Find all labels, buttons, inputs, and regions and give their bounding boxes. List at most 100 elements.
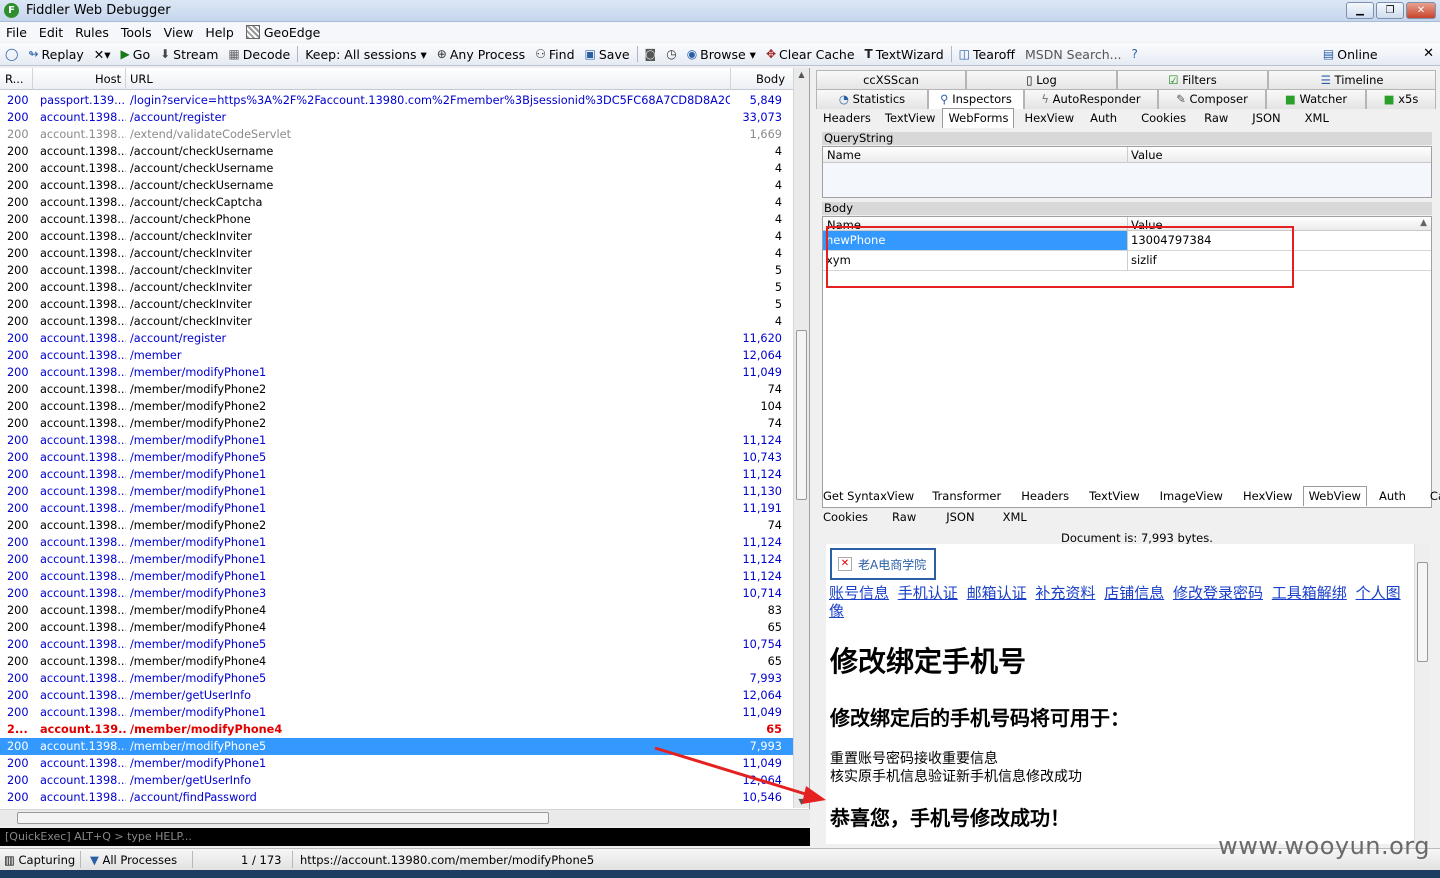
tab-response-xml[interactable]: XML [993, 507, 1037, 527]
menu-rules[interactable]: Rules [69, 25, 115, 40]
name-column-header[interactable]: Name [827, 148, 861, 162]
msdn-search-input[interactable]: MSDN Search... [1020, 47, 1127, 62]
tab-request-cookies[interactable]: Cookies [1133, 108, 1200, 128]
table-row[interactable]: 200 account.1398... /account/checkUsername… [0, 177, 794, 194]
clear-cache-button[interactable]: ✥ Clear Cache [761, 47, 860, 62]
tab-request-textview[interactable]: TextView [878, 108, 943, 128]
tab-composer[interactable]: ✎ Composer [1158, 89, 1266, 109]
sessions-vertical-scrollbar[interactable]: ▲ ▼ [793, 68, 809, 808]
online-indicator[interactable]: ▤ Online [1318, 47, 1383, 62]
tab-response-textview[interactable]: TextView [1079, 486, 1150, 506]
tab-request-headers[interactable]: Headers [816, 108, 878, 128]
table-row[interactable]: 200 account.1398... /account/checkInviter 5 [0, 262, 794, 279]
minimize-button[interactable]: ▁ [1346, 2, 1374, 19]
table-row[interactable]: 200 account.1398... /account/checkPhone 4 [0, 211, 794, 228]
link-phone-auth[interactable]: 手机认证 [898, 584, 958, 602]
scroll-down-icon[interactable]: ▼ [794, 797, 809, 806]
scrollbar-thumb[interactable] [796, 330, 807, 500]
go-button[interactable]: ▶ Go [116, 47, 156, 62]
table-row[interactable]: 200 account.1398... /member/modifyPhone1 11… [0, 483, 794, 500]
tab-response-hexview[interactable]: HexView [1233, 486, 1303, 506]
tab-request-xml[interactable]: XML [1301, 108, 1337, 128]
column-separator[interactable] [1127, 147, 1128, 163]
table-row[interactable]: 2... account.139... /member/modifyPhone4 65 [0, 721, 794, 738]
remove-button[interactable]: ✕▾ [89, 47, 116, 62]
table-row[interactable]: 200 account.1398... /member/modifyPhone1 11… [0, 466, 794, 483]
scroll-up-icon[interactable]: ▲ [794, 70, 809, 79]
brand-logo[interactable]: ✕ 老A电商学院 [830, 548, 936, 580]
table-row[interactable]: 200 account.1398... /member/modifyPhone2 74 [0, 415, 794, 432]
table-row[interactable]: 200 account.1398... /member/getUserInfo 12,… [0, 772, 794, 789]
tab-response-transformer[interactable]: Transformer [922, 486, 1011, 506]
table-row[interactable]: 200 account.1398... /member 12,064 [0, 347, 794, 364]
tearoff-button[interactable]: ◫ Tearoff [954, 47, 1020, 62]
column-separator[interactable] [730, 68, 731, 90]
table-row[interactable]: 200 account.1398... /account/checkCaptcha 4 [0, 194, 794, 211]
table-row[interactable]: 200 account.1398... /account/checkInviter 4 [0, 245, 794, 262]
tab-ccxsscan[interactable]: ccXSScan [816, 70, 966, 90]
result-column-header[interactable]: R... [5, 72, 24, 86]
save-button[interactable]: ▣ Save [580, 47, 635, 62]
capturing-indicator[interactable]: ▥ Capturing [4, 853, 75, 867]
table-row[interactable]: 200 account.1398... /member/modifyPhone2 74 [0, 517, 794, 534]
timer-button[interactable]: ◷ [661, 47, 681, 61]
sessions-horizontal-scrollbar[interactable] [0, 809, 810, 826]
any-process-button[interactable]: ⊕ Any Process [432, 47, 530, 62]
table-row[interactable]: 200 account.1398... /member/modifyPhone1 11… [0, 568, 794, 585]
table-row[interactable]: 200 account.1398... /account/checkInviter 4 [0, 313, 794, 330]
scrollbar-thumb[interactable] [1417, 562, 1428, 662]
close-button[interactable]: ✕ [1406, 2, 1436, 19]
tab-statistics[interactable]: ◔ Statistics [816, 89, 928, 109]
body-column-header[interactable]: Body [756, 72, 785, 86]
tab-inspectors[interactable]: ⚲ Inspectors [928, 89, 1024, 109]
table-row[interactable]: 200 passport.139... /login?service=https%3… [0, 92, 794, 109]
comment-button[interactable]: ◯ [0, 47, 23, 61]
menu-geoedge[interactable]: GeoEdge [264, 25, 326, 40]
table-row[interactable]: 200 account.1398... /member/modifyPhone1 11… [0, 755, 794, 772]
link-email-auth[interactable]: 邮箱认证 [967, 584, 1027, 602]
webview-scrollbar[interactable] [1414, 544, 1430, 844]
table-row[interactable]: 200 account.1398... /member/modifyPhone5 7,… [0, 738, 794, 755]
table-row[interactable]: 200 account.1398... /member/modifyPhone1 11… [0, 432, 794, 449]
tab-response-cookies[interactable]: Cookies [816, 507, 880, 527]
tab-response-caching[interactable]: Caching [1424, 486, 1440, 506]
tab-timeline[interactable]: ☰ Timeline [1268, 70, 1436, 90]
tab-request-hexview[interactable]: HexView [1014, 108, 1084, 128]
stream-button[interactable]: ⬇ Stream [155, 47, 223, 62]
host-column-header[interactable]: Host [95, 72, 121, 86]
menu-view[interactable]: View [158, 25, 200, 40]
tab-response-syntaxview[interactable]: Get SyntaxView [816, 486, 922, 506]
tab-filters[interactable]: ☑ Filters [1117, 70, 1268, 90]
tab-response-raw[interactable]: Raw [880, 507, 936, 527]
tab-response-imageview[interactable]: ImageView [1150, 486, 1233, 506]
column-separator[interactable] [125, 68, 126, 90]
table-row[interactable]: 200 account.1398... /member/modifyPhone4 65 [0, 619, 794, 636]
menu-tools[interactable]: Tools [115, 25, 158, 40]
tab-response-auth[interactable]: Auth [1367, 486, 1424, 506]
tab-response-json[interactable]: JSON [936, 507, 992, 527]
table-row[interactable]: 200 account.1398... /member/modifyPhone2 10… [0, 398, 794, 415]
decode-button[interactable]: ▦ Decode [223, 47, 295, 62]
link-toolbox-unbind[interactable]: 工具箱解绑 [1272, 584, 1347, 602]
table-row[interactable]: 200 account.1398... /member/modifyPhone2 74 [0, 381, 794, 398]
keep-sessions-dropdown[interactable]: Keep: All sessions ▾ [300, 47, 432, 62]
tab-watcher[interactable]: ■ Watcher [1266, 89, 1366, 109]
tab-response-webview[interactable]: WebView [1302, 486, 1367, 506]
tab-autoresponder[interactable]: ϟ AutoResponder [1024, 89, 1158, 109]
table-row[interactable]: 200 account.1398... /account/checkUsername… [0, 160, 794, 177]
menu-file[interactable]: File [0, 25, 33, 40]
table-row[interactable]: 200 account.1398... /member/modifyPhone1 11… [0, 500, 794, 517]
tab-request-raw[interactable]: Raw [1200, 108, 1248, 128]
value-column-header[interactable]: Value [1131, 148, 1163, 162]
tab-response-headers[interactable]: Headers [1011, 486, 1079, 506]
replay-button[interactable]: ↬ Replay [23, 47, 88, 62]
table-row[interactable]: 200 account.1398... /account/register 11,62… [0, 330, 794, 347]
find-button[interactable]: ⚇ Find [530, 47, 579, 62]
table-row[interactable]: 200 account.1398... /member/modifyPhone1 11… [0, 534, 794, 551]
link-change-password[interactable]: 修改登录密码 [1173, 584, 1263, 602]
table-row[interactable]: 200 account.1398... /member/modifyPhone1 11… [0, 704, 794, 721]
table-row[interactable]: 200 account.1398... /member/modifyPhone4 65 [0, 653, 794, 670]
quickexec-input[interactable]: [QuickExec] ALT+Q > type HELP... [0, 828, 810, 846]
table-row[interactable]: 200 account.1398... /account/checkInviter 5 [0, 296, 794, 313]
tab-request-auth[interactable]: Auth [1084, 108, 1133, 128]
